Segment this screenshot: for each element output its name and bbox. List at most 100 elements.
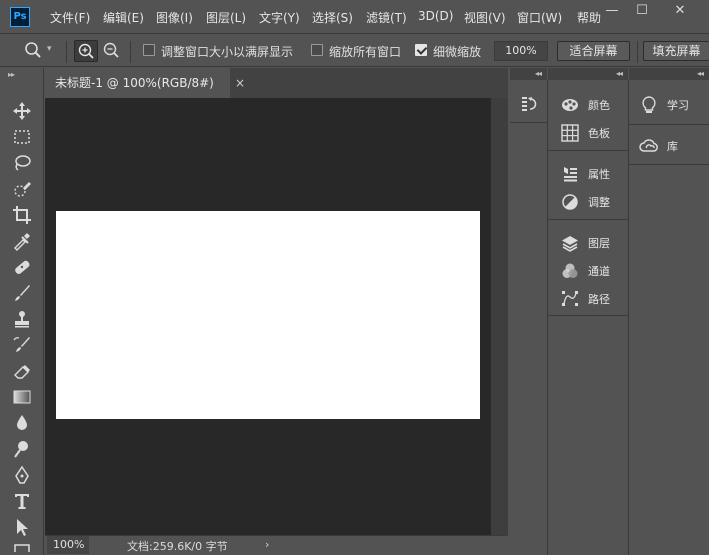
panel-label: 色板 (588, 127, 610, 140)
menu-bar: Ps 文件(F) 编辑(E) 图像(I) 图层(L) 文字(Y) 选择(S) 滤… (0, 0, 709, 34)
divider (130, 41, 131, 63)
collapse-dock-icon[interactable]: ◂◂ (548, 68, 628, 80)
document-tab[interactable]: 未标题-1 @ 100%(RGB/8#) (45, 68, 230, 98)
menu-select[interactable]: 选择(S) (312, 9, 353, 26)
move-tool-icon[interactable] (11, 100, 33, 122)
bulb-icon (639, 95, 659, 115)
panel-label: 学习 (667, 99, 689, 112)
gradient-tool-icon[interactable] (11, 386, 33, 408)
divider (629, 164, 709, 165)
panel-label: 图层 (588, 237, 610, 250)
palette-icon (560, 95, 580, 115)
fill-screen-button[interactable]: 填充屏幕 (643, 41, 709, 61)
panel-label: 调整 (588, 196, 610, 209)
minimize-button[interactable]: — (596, 0, 628, 24)
panel-label: 属性 (588, 168, 610, 181)
divider (548, 315, 628, 316)
zoom-in-button[interactable] (74, 40, 98, 62)
lasso-tool-icon[interactable] (11, 152, 33, 174)
canvas-area[interactable] (45, 98, 491, 535)
collapse-dock-icon[interactable]: ◂◂ (510, 68, 547, 80)
menu-edit[interactable]: 编辑(E) (103, 9, 144, 26)
document-size-info: 文档:259.6K/0 字节 (127, 540, 228, 553)
menu-image[interactable]: 图像(I) (156, 9, 193, 26)
options-bar: ▾ 调整窗口大小以满屏显示 缩放所有窗口 细微缩放 100% 适合屏幕 填充屏幕 (0, 35, 709, 67)
panel-label: 颜色 (588, 99, 610, 112)
collapse-toolbox-icon[interactable]: ▸▸ (8, 70, 15, 79)
history-brush-tool-icon[interactable] (11, 334, 33, 356)
quick-select-tool-icon[interactable] (11, 178, 33, 200)
panel-dock-learn: ◂◂ 学习 库 (629, 68, 709, 555)
chevron-down-icon[interactable]: ▾ (47, 44, 52, 54)
close-tab-icon[interactable]: × (235, 76, 245, 90)
channels-icon (560, 261, 580, 281)
marquee-tool-icon[interactable] (11, 126, 33, 148)
zoom-all-checkbox[interactable] (311, 44, 323, 56)
document-canvas[interactable] (56, 211, 480, 419)
zoom-out-button[interactable] (100, 40, 124, 62)
dodge-tool-icon[interactable] (11, 438, 33, 460)
zoom-all-label: 缩放所有窗口 (329, 45, 402, 59)
panel-label: 库 (667, 140, 678, 153)
panel-adjustments[interactable]: 调整 (560, 190, 624, 214)
eraser-tool-icon[interactable] (11, 360, 33, 382)
collapse-dock-icon[interactable]: ◂◂ (629, 68, 709, 80)
menu-3d[interactable]: 3D(D) (418, 9, 453, 23)
divider (629, 124, 709, 125)
grid-icon (560, 123, 580, 143)
paths-icon (560, 289, 580, 309)
panel-paths[interactable]: 路径 (560, 287, 624, 311)
eyedropper-tool-icon[interactable] (11, 230, 33, 252)
type-tool-icon[interactable] (11, 490, 33, 512)
zoom-in-icon (78, 43, 94, 59)
fit-window-checkbox[interactable] (143, 44, 155, 56)
status-menu-arrow-icon[interactable]: › (265, 538, 269, 551)
document-tab-bar: 未标题-1 @ 100%(RGB/8#) × (45, 68, 508, 98)
panel-channels[interactable]: 通道 (560, 259, 624, 283)
adjust-icon (560, 192, 580, 212)
panel-dock-history: ◂◂ (510, 68, 547, 555)
menu-view[interactable]: 视图(V) (464, 9, 506, 26)
close-window-button[interactable]: ✕ (664, 0, 696, 24)
panel-label: 路径 (588, 293, 610, 306)
vertical-scrollbar[interactable] (491, 98, 508, 535)
healing-brush-tool-icon[interactable] (11, 256, 33, 278)
divider (548, 219, 628, 220)
status-bar: 100% 文档:259.6K/0 字节 › (45, 535, 508, 555)
divider (637, 41, 638, 63)
rectangle-tool-icon[interactable] (11, 540, 33, 552)
menu-filter[interactable]: 滤镜(T) (366, 9, 407, 26)
properties-icon (560, 164, 580, 184)
brush-tool-icon[interactable] (11, 282, 33, 304)
panel-libraries[interactable]: 库 (639, 134, 703, 158)
divider (66, 41, 67, 63)
panel-layers[interactable]: 图层 (560, 231, 624, 255)
restore-button[interactable]: ☐ (626, 0, 658, 24)
fit-screen-button[interactable]: 适合屏幕 (557, 41, 630, 61)
pen-tool-icon[interactable] (11, 464, 33, 486)
menu-window[interactable]: 窗口(W) (517, 9, 562, 26)
status-zoom-field[interactable]: 100% (47, 536, 89, 554)
layers-icon (560, 233, 580, 253)
history-icon (519, 94, 539, 114)
stamp-tool-icon[interactable] (11, 308, 33, 330)
crop-tool-icon[interactable] (11, 204, 33, 226)
panel-color[interactable]: 颜色 (560, 93, 624, 117)
panel-properties[interactable]: 属性 (560, 162, 624, 186)
fit-window-label: 调整窗口大小以满屏显示 (161, 45, 294, 59)
panel-swatches[interactable]: 色板 (560, 121, 624, 145)
path-select-tool-icon[interactable] (11, 516, 33, 538)
panel-dock-main: ◂◂ 颜色 色板 属性 调整 图层 通道 路径 (548, 68, 628, 555)
toolbox: ▸▸ (0, 68, 44, 555)
menu-type[interactable]: 文字(Y) (259, 9, 300, 26)
zoom-percent-field[interactable]: 100% (494, 41, 548, 61)
history-panel-button[interactable] (519, 92, 543, 116)
blur-tool-icon[interactable] (11, 412, 33, 434)
app-logo[interactable]: Ps (10, 7, 30, 27)
panel-learn[interactable]: 学习 (639, 93, 703, 117)
zoom-tool-preset-icon[interactable] (24, 41, 42, 59)
menu-file[interactable]: 文件(F) (50, 9, 90, 26)
zoom-out-icon (103, 42, 119, 58)
scrubby-zoom-checkbox[interactable] (415, 44, 427, 56)
menu-layer[interactable]: 图层(L) (206, 9, 246, 26)
